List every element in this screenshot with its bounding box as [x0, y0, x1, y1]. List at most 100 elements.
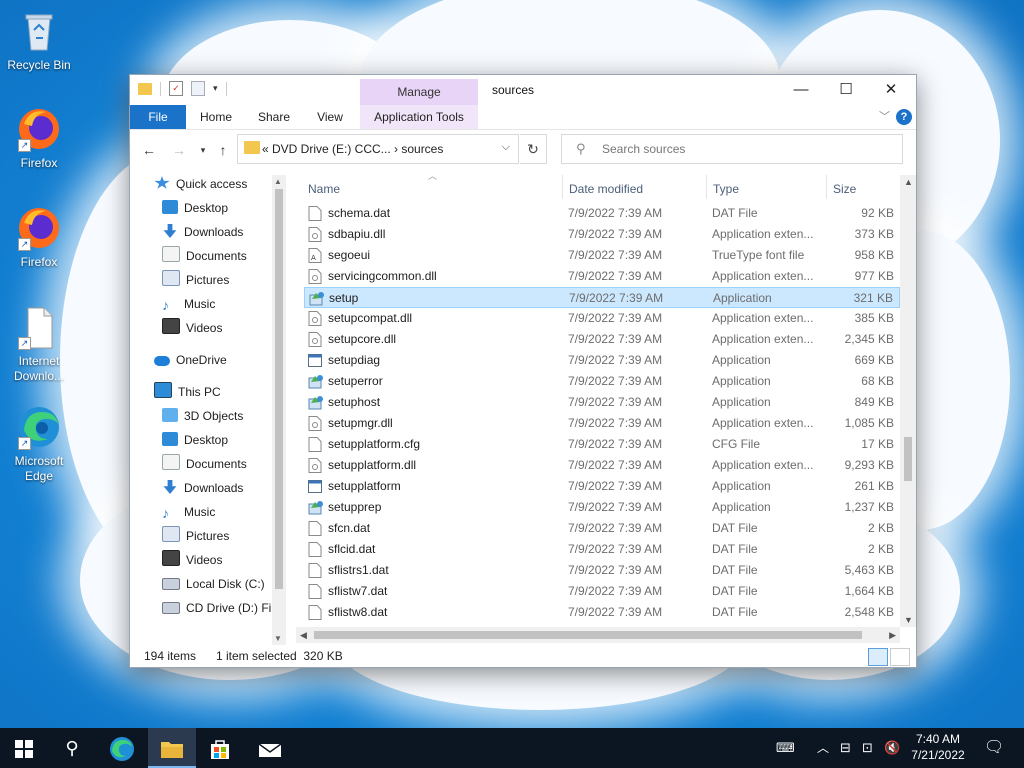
nav-item-desktop-pinned[interactable]: Desktop📌: [162, 197, 286, 219]
file-row[interactable]: sflistw7.dat 7/9/2022 7:39 AM DAT File 1,66…: [304, 581, 900, 602]
file-list-scrollbar[interactable]: ▲ ▼: [900, 175, 916, 627]
recent-locations-icon[interactable]: ▾: [192, 139, 214, 161]
desktop-icon-firefox[interactable]: ↗ Firefox: [1, 106, 77, 171]
nav-item-documents-pinned[interactable]: Documents📌: [162, 245, 286, 267]
back-button[interactable]: ←: [138, 139, 160, 161]
nav-item-local-disk[interactable]: Local Disk (C:): [162, 573, 265, 595]
nav-item-quick-access[interactable]: Quick access: [154, 173, 247, 195]
nav-item-this-pc[interactable]: This PC: [154, 381, 221, 403]
nav-item-cd-drive[interactable]: CD Drive (D:) Fir: [162, 597, 275, 619]
new-folder-icon[interactable]: [191, 81, 205, 96]
file-row[interactable]: setupprep 7/9/2022 7:39 AM Application 1,23…: [304, 497, 900, 518]
nav-item-pictures-pinned[interactable]: Pictures📌: [162, 269, 286, 291]
show-hidden-icons-icon[interactable]: ︿: [817, 728, 829, 768]
notification-center-icon[interactable]: 🗨: [984, 728, 1004, 768]
address-bar[interactable]: « DVD Drive (E:) CCC... › sources ⌵: [237, 134, 519, 164]
details-view-button[interactable]: [868, 648, 888, 666]
column-header-type[interactable]: Type: [713, 177, 739, 201]
tab-view[interactable]: View: [306, 105, 354, 129]
maximize-button[interactable]: ☐: [823, 75, 869, 105]
taskbar-file-explorer[interactable]: [148, 728, 196, 768]
folder-icon[interactable]: [138, 82, 152, 95]
nav-item-downloads-pinned[interactable]: Downloads📌: [162, 221, 286, 243]
file-date-modified: 7/9/2022 7:39 AM: [568, 500, 663, 514]
file-row[interactable]: setupcore.dll 7/9/2022 7:39 AM Application…: [304, 329, 900, 350]
desktop-icon-internet-download[interactable]: ↗ Internet Downlo...: [1, 304, 77, 384]
nav-item-videos-2[interactable]: Videos: [162, 549, 222, 571]
file-row[interactable]: setup 7/9/2022 7:39 AM Application 321 KB: [304, 287, 900, 308]
file-row[interactable]: sflistw8.dat 7/9/2022 7:39 AM DAT File 2,54…: [304, 602, 900, 623]
scroll-right-icon[interactable]: ▶: [889, 630, 896, 641]
tab-application-tools[interactable]: Application Tools: [360, 105, 478, 129]
nav-item-pictures[interactable]: Pictures: [162, 525, 229, 547]
file-size: 373 KB: [854, 227, 894, 241]
close-button[interactable]: ✕: [868, 75, 914, 105]
desktop-icon-recycle-bin[interactable]: Recycle Bin: [1, 8, 77, 73]
refresh-button[interactable]: ↻: [520, 134, 547, 164]
nav-item-videos[interactable]: Videos: [162, 317, 222, 339]
expand-ribbon-icon[interactable]: ﹀: [879, 108, 890, 124]
file-row[interactable]: setuperror 7/9/2022 7:39 AM Application 68 …: [304, 371, 900, 392]
scrollbar-thumb[interactable]: [275, 189, 283, 589]
large-icons-view-button[interactable]: [890, 648, 910, 666]
nav-item-documents[interactable]: Documents: [162, 453, 247, 475]
nav-item-3d-objects[interactable]: 3D Objects: [162, 405, 243, 427]
help-icon[interactable]: ?: [896, 109, 912, 125]
scroll-up-icon[interactable]: ▲: [274, 177, 282, 186]
file-row[interactable]: setupcompat.dll 7/9/2022 7:39 AM Applicati…: [304, 308, 900, 329]
column-header-name[interactable]: Name: [308, 177, 340, 201]
scrollbar-thumb[interactable]: [314, 631, 862, 639]
scroll-left-icon[interactable]: ◀: [300, 630, 307, 641]
minimize-button[interactable]: —: [778, 75, 824, 105]
scroll-up-icon[interactable]: ▲: [904, 177, 913, 187]
taskbar-edge[interactable]: [98, 728, 146, 768]
file-row[interactable]: setupplatform 7/9/2022 7:39 AM Application…: [304, 476, 900, 497]
desktop-icon-firefox-2[interactable]: ↗ Firefox: [1, 205, 77, 270]
chevron-down-icon[interactable]: ⌵: [502, 141, 510, 154]
keyboard-icon[interactable]: ⌨: [776, 728, 795, 768]
file-row[interactable]: schema.dat 7/9/2022 7:39 AM DAT File 92 KB: [304, 203, 900, 224]
scrollbar-thumb[interactable]: [904, 437, 912, 481]
column-header-size[interactable]: Size: [833, 177, 856, 201]
taskbar-mail[interactable]: [246, 728, 294, 768]
file-row[interactable]: sfcn.dat 7/9/2022 7:39 AM DAT File 2 KB: [304, 518, 900, 539]
nav-pane-scrollbar[interactable]: ▲ ▼: [272, 175, 286, 645]
nav-item-downloads[interactable]: Downloads: [162, 477, 243, 499]
file-row[interactable]: setupplatform.dll 7/9/2022 7:39 AM Applica…: [304, 455, 900, 476]
network-status-icon[interactable]: ⊡: [862, 728, 873, 768]
tab-file[interactable]: File: [130, 105, 186, 129]
file-row[interactable]: setuphost 7/9/2022 7:39 AM Application 849 …: [304, 392, 900, 413]
system-clock[interactable]: 7:40 AM 7/21/2022: [902, 731, 974, 763]
tab-share[interactable]: Share: [250, 105, 298, 129]
file-row[interactable]: Asegoeui 7/9/2022 7:39 AM TrueType font fi…: [304, 245, 900, 266]
search-button[interactable]: ⚲: [48, 728, 96, 768]
start-button[interactable]: [0, 728, 48, 768]
volume-muted-icon[interactable]: 🔇: [884, 728, 900, 768]
up-button[interactable]: ↑: [212, 139, 234, 161]
column-header-date-modified[interactable]: Date modified: [569, 177, 643, 201]
forward-button[interactable]: →: [168, 139, 190, 161]
file-row[interactable]: setupmgr.dll 7/9/2022 7:39 AM Application …: [304, 413, 900, 434]
scroll-down-icon[interactable]: ▼: [904, 615, 913, 625]
file-row[interactable]: sflcid.dat 7/9/2022 7:39 AM DAT File 2 KB: [304, 539, 900, 560]
customize-qat-icon[interactable]: ▾: [213, 83, 218, 94]
file-row[interactable]: setupdiag 7/9/2022 7:39 AM Application 669 …: [304, 350, 900, 371]
properties-icon[interactable]: ✓: [169, 81, 183, 96]
network-icon[interactable]: ⊟: [840, 728, 851, 768]
nav-item-music-2[interactable]: ♪ Music: [162, 501, 215, 523]
nav-item-desktop[interactable]: Desktop: [162, 429, 228, 451]
tab-manage[interactable]: Manage: [360, 79, 478, 105]
file-row[interactable]: setupplatform.cfg 7/9/2022 7:39 AM CFG Fil…: [304, 434, 900, 455]
scroll-down-icon[interactable]: ▼: [274, 634, 282, 643]
desktop-icon-edge[interactable]: ↗ Microsoft Edge: [1, 404, 77, 484]
nav-item-music[interactable]: ♪ Music: [162, 293, 215, 315]
file-row[interactable]: sdbapiu.dll 7/9/2022 7:39 AM Application e…: [304, 224, 900, 245]
nav-item-onedrive[interactable]: OneDrive: [154, 349, 227, 371]
file-row[interactable]: servicingcommon.dll 7/9/2022 7:39 AM Appli…: [304, 266, 900, 287]
search-input[interactable]: ⚲ Search sources: [561, 134, 903, 164]
file-row[interactable]: sflistrs1.dat 7/9/2022 7:39 AM DAT File 5,4…: [304, 560, 900, 581]
file-list-horizontal-scrollbar[interactable]: ◀ ▶: [296, 627, 900, 643]
taskbar-store[interactable]: [196, 728, 244, 768]
file-name: setuphost: [328, 395, 381, 409]
tab-home[interactable]: Home: [192, 105, 240, 129]
